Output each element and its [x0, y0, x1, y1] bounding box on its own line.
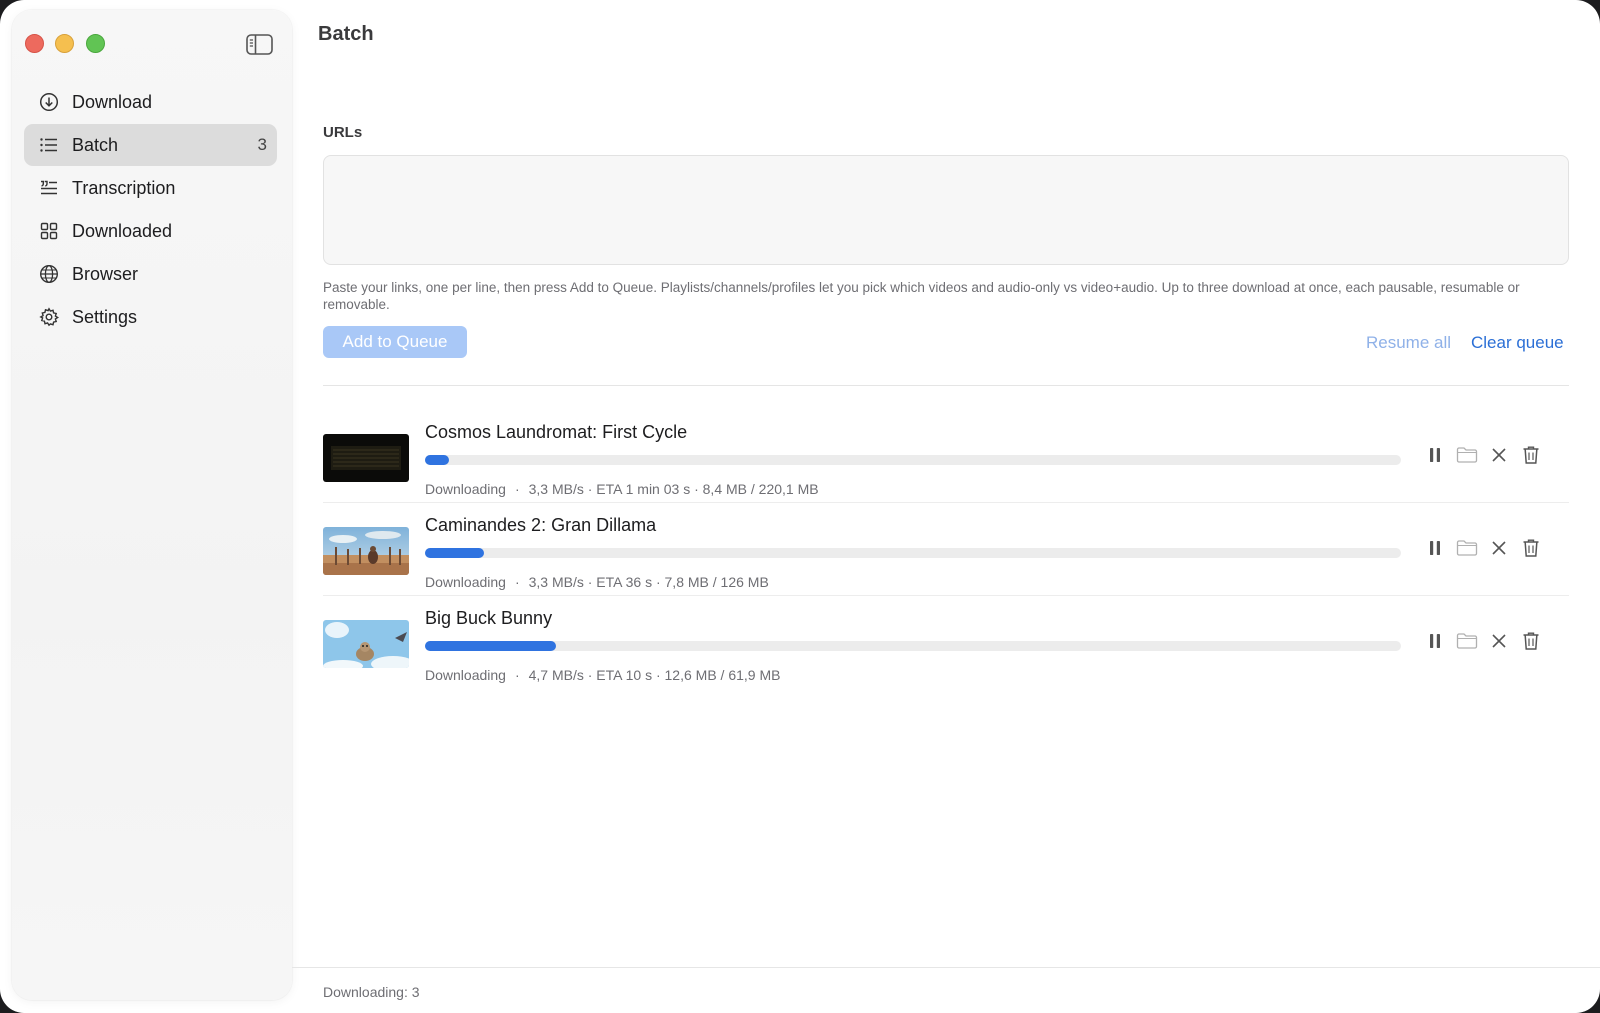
batch-count-badge: 3	[257, 135, 267, 154]
gear-icon	[38, 306, 60, 328]
download-queue: Cosmos Laundromat: First Cycle Downloadi…	[323, 410, 1569, 689]
sidebar-item-label: Browser	[72, 263, 139, 284]
transcription-icon	[38, 177, 60, 199]
queue-item: Big Buck Bunny Downloading · 4,7 MB/s · ET…	[323, 596, 1569, 689]
resume-all-button[interactable]: Resume all	[1366, 333, 1451, 353]
folder-icon[interactable]	[1455, 629, 1479, 653]
thumbnail-big-buck-bunny	[323, 620, 409, 668]
queue-item-title: Big Buck Bunny	[425, 608, 553, 628]
progress-fill	[425, 641, 556, 651]
urls-help-text: Paste your links, one per line, then pre…	[323, 280, 1520, 312]
sidebar-toggle-icon[interactable]	[245, 33, 273, 55]
trash-icon[interactable]	[1519, 443, 1543, 467]
item-actions	[1423, 629, 1551, 653]
thumbnail-cosmos-laundromat	[323, 434, 409, 482]
folder-icon[interactable]	[1455, 443, 1479, 467]
download-circle-icon	[38, 91, 60, 113]
sidebar-item-label: Batch	[72, 134, 119, 155]
cancel-icon[interactable]	[1487, 629, 1511, 653]
status-text: Downloading	[425, 667, 506, 683]
item-actions	[1423, 536, 1551, 560]
transfer-details: 3,3 MB/s · ETA 36 s · 7,8 MB / 126 MB	[528, 574, 769, 590]
progress-fill	[425, 548, 484, 558]
folder-icon[interactable]	[1455, 536, 1479, 560]
sidebar-item-label: Download	[72, 91, 153, 112]
item-actions	[1423, 443, 1551, 467]
pause-icon[interactable]	[1423, 443, 1447, 467]
list-icon	[38, 134, 60, 156]
progress-bar	[425, 455, 1401, 465]
queue-item-status: Downloading · 3,3 MB/s · ETA 36 s · 7,8 MB…	[425, 574, 769, 590]
zoom-window-button[interactable]	[86, 34, 105, 53]
progress-bar	[425, 548, 1401, 558]
thumbnail-caminandes	[323, 527, 409, 575]
progress-fill	[425, 455, 450, 465]
transfer-details: 4,7 MB/s · ETA 10 s · 12,6 MB / 61,9 MB	[528, 667, 781, 683]
queue-item-status: Downloading · 4,7 MB/s · ETA 10 s · 12,6 M…	[425, 667, 781, 683]
urls-input[interactable]	[323, 155, 1569, 265]
queue-item-title: Cosmos Laundromat: First Cycle	[425, 422, 688, 442]
divider	[323, 385, 1569, 386]
sidebar-item-download[interactable]: Download	[24, 81, 277, 123]
queue-item: Caminandes 2: Gran Dillama Downloading · 3…	[323, 503, 1569, 596]
sidebar-item-browser[interactable]: Browser	[24, 253, 277, 295]
minimize-window-button[interactable]	[55, 34, 74, 53]
trash-icon[interactable]	[1519, 536, 1543, 560]
progress-bar	[425, 641, 1401, 651]
sidebar-item-label: Settings	[72, 306, 138, 327]
queue-item: Cosmos Laundromat: First Cycle Downloadi…	[323, 410, 1569, 503]
pause-icon[interactable]	[1423, 536, 1447, 560]
sidebar-item-settings[interactable]: Settings	[24, 296, 277, 338]
sidebar-item-downloaded[interactable]: Downloaded	[24, 210, 277, 252]
cancel-icon[interactable]	[1487, 443, 1511, 467]
trash-icon[interactable]	[1519, 629, 1543, 653]
add-to-queue-button[interactable]: Add to Queue	[323, 326, 467, 358]
transfer-details: 3,3 MB/s · ETA 1 min 03 s · 8,4 MB / 220…	[528, 481, 819, 497]
urls-label: URLs	[323, 124, 363, 141]
cancel-icon[interactable]	[1487, 536, 1511, 560]
app-window: Download Batch 3 Transcription Downloade…	[0, 0, 1600, 1013]
status-text: Downloading	[425, 574, 506, 590]
main-content: Batch URLs Paste your links, one per lin…	[292, 0, 1600, 1013]
status-text: Downloading	[425, 481, 506, 497]
globe-icon	[38, 263, 60, 285]
sidebar-item-batch[interactable]: Batch 3	[24, 124, 277, 166]
footer-divider	[292, 967, 1600, 968]
sidebar: Download Batch 3 Transcription Downloade…	[12, 10, 292, 1000]
queue-item-status: Downloading · 3,3 MB/s · ETA 1 min 03 s · …	[425, 481, 819, 497]
sidebar-item-label: Downloaded	[72, 220, 173, 241]
queue-item-title: Caminandes 2: Gran Dillama	[425, 515, 657, 535]
sidebar-nav: Download Batch 3 Transcription Downloade…	[24, 81, 277, 339]
clear-queue-button[interactable]: Clear queue	[1471, 333, 1564, 353]
pause-icon[interactable]	[1423, 629, 1447, 653]
close-window-button[interactable]	[25, 34, 44, 53]
sidebar-item-transcription[interactable]: Transcription	[24, 167, 277, 209]
sidebar-item-label: Transcription	[72, 177, 176, 198]
page-title: Batch	[318, 23, 374, 45]
footer-status: Downloading: 3	[323, 984, 420, 1000]
grid-icon	[38, 220, 60, 242]
